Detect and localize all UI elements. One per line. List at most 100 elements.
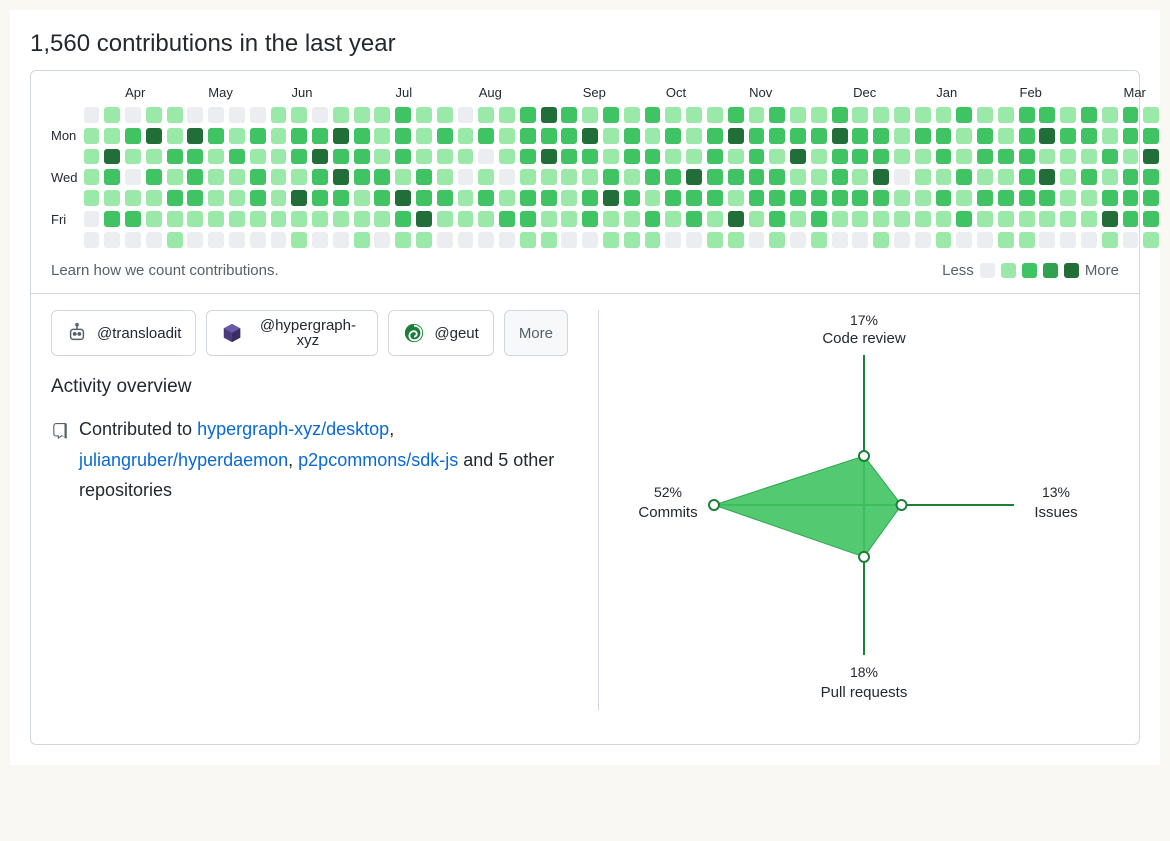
learn-contributions-link[interactable]: Learn how we count contributions. xyxy=(51,262,279,279)
heatmap-cell[interactable] xyxy=(499,211,515,227)
heatmap-cell[interactable] xyxy=(728,211,744,227)
heatmap-cell[interactable] xyxy=(312,190,328,206)
heatmap-cell[interactable] xyxy=(915,128,931,144)
heatmap-cell[interactable] xyxy=(187,107,203,123)
heatmap-cell[interactable] xyxy=(956,169,972,185)
heatmap-cell[interactable] xyxy=(354,232,370,248)
heatmap-cell[interactable] xyxy=(873,232,889,248)
heatmap-cell[interactable] xyxy=(769,232,785,248)
heatmap-cell[interactable] xyxy=(499,190,515,206)
heatmap-cell[interactable] xyxy=(395,128,411,144)
heatmap-cell[interactable] xyxy=(458,149,474,165)
heatmap-cell[interactable] xyxy=(686,149,702,165)
heatmap-cell[interactable] xyxy=(1102,149,1118,165)
heatmap-cell[interactable] xyxy=(977,128,993,144)
heatmap-cell[interactable] xyxy=(1060,149,1076,165)
heatmap-cell[interactable] xyxy=(1143,232,1159,248)
heatmap-cell[interactable] xyxy=(936,232,952,248)
heatmap-cell[interactable] xyxy=(811,169,827,185)
heatmap-cell[interactable] xyxy=(561,190,577,206)
heatmap-cell[interactable] xyxy=(915,232,931,248)
heatmap-cell[interactable] xyxy=(894,211,910,227)
heatmap-cell[interactable] xyxy=(686,232,702,248)
heatmap-cell[interactable] xyxy=(520,190,536,206)
heatmap-cell[interactable] xyxy=(665,232,681,248)
heatmap-cell[interactable] xyxy=(125,211,141,227)
heatmap-cell[interactable] xyxy=(936,190,952,206)
heatmap-cell[interactable] xyxy=(1081,232,1097,248)
heatmap-cell[interactable] xyxy=(146,107,162,123)
heatmap-cell[interactable] xyxy=(790,149,806,165)
heatmap-cell[interactable] xyxy=(790,169,806,185)
heatmap-cell[interactable] xyxy=(936,149,952,165)
org-transloadit[interactable]: @transloadit xyxy=(51,310,196,356)
heatmap-cell[interactable] xyxy=(520,149,536,165)
heatmap-cell[interactable] xyxy=(956,128,972,144)
heatmap-cell[interactable] xyxy=(229,107,245,123)
heatmap-cell[interactable] xyxy=(645,169,661,185)
heatmap-cell[interactable] xyxy=(104,232,120,248)
heatmap-cell[interactable] xyxy=(1102,211,1118,227)
heatmap-cell[interactable] xyxy=(271,169,287,185)
heatmap-cell[interactable] xyxy=(354,107,370,123)
heatmap-cell[interactable] xyxy=(582,232,598,248)
heatmap-cell[interactable] xyxy=(520,211,536,227)
heatmap-cell[interactable] xyxy=(104,149,120,165)
heatmap-cell[interactable] xyxy=(229,149,245,165)
heatmap-cell[interactable] xyxy=(374,211,390,227)
heatmap-cell[interactable] xyxy=(645,232,661,248)
heatmap-cell[interactable] xyxy=(790,232,806,248)
heatmap-cell[interactable] xyxy=(873,128,889,144)
heatmap-cell[interactable] xyxy=(832,128,848,144)
heatmap-cell[interactable] xyxy=(333,169,349,185)
heatmap-cell[interactable] xyxy=(125,169,141,185)
heatmap-cell[interactable] xyxy=(312,169,328,185)
heatmap-cell[interactable] xyxy=(1143,128,1159,144)
heatmap-cell[interactable] xyxy=(271,107,287,123)
heatmap-cell[interactable] xyxy=(1060,107,1076,123)
heatmap-cell[interactable] xyxy=(312,211,328,227)
heatmap-cell[interactable] xyxy=(478,149,494,165)
heatmap-cell[interactable] xyxy=(665,211,681,227)
heatmap-cell[interactable] xyxy=(333,128,349,144)
heatmap-cell[interactable] xyxy=(749,169,765,185)
heatmap-cell[interactable] xyxy=(915,169,931,185)
heatmap-cell[interactable] xyxy=(665,169,681,185)
heatmap-cell[interactable] xyxy=(1039,232,1055,248)
heatmap-cell[interactable] xyxy=(728,190,744,206)
heatmap-cell[interactable] xyxy=(146,232,162,248)
heatmap-cell[interactable] xyxy=(250,128,266,144)
heatmap-cell[interactable] xyxy=(499,232,515,248)
heatmap-cell[interactable] xyxy=(520,232,536,248)
heatmap-cell[interactable] xyxy=(998,149,1014,165)
heatmap-cell[interactable] xyxy=(977,190,993,206)
heatmap-cell[interactable] xyxy=(998,211,1014,227)
heatmap-cell[interactable] xyxy=(458,107,474,123)
heatmap-cell[interactable] xyxy=(437,149,453,165)
heatmap-cell[interactable] xyxy=(1019,169,1035,185)
heatmap-cell[interactable] xyxy=(374,169,390,185)
heatmap-cell[interactable] xyxy=(354,190,370,206)
heatmap-cell[interactable] xyxy=(790,190,806,206)
heatmap-cell[interactable] xyxy=(125,107,141,123)
heatmap-cell[interactable] xyxy=(749,149,765,165)
heatmap-cell[interactable] xyxy=(977,169,993,185)
heatmap-cell[interactable] xyxy=(1039,211,1055,227)
heatmap-cell[interactable] xyxy=(291,149,307,165)
heatmap-cell[interactable] xyxy=(374,190,390,206)
heatmap-cell[interactable] xyxy=(749,128,765,144)
heatmap-cell[interactable] xyxy=(374,149,390,165)
heatmap-cell[interactable] xyxy=(1123,190,1139,206)
heatmap-cell[interactable] xyxy=(832,211,848,227)
heatmap-cell[interactable] xyxy=(624,211,640,227)
heatmap-cell[interactable] xyxy=(146,149,162,165)
heatmap-cell[interactable] xyxy=(624,232,640,248)
heatmap-cell[interactable] xyxy=(1039,190,1055,206)
heatmap-cell[interactable] xyxy=(582,128,598,144)
heatmap-cell[interactable] xyxy=(811,190,827,206)
heatmap-cell[interactable] xyxy=(1060,169,1076,185)
heatmap-cell[interactable] xyxy=(1081,169,1097,185)
heatmap-cell[interactable] xyxy=(395,107,411,123)
heatmap-cell[interactable] xyxy=(728,169,744,185)
heatmap-cell[interactable] xyxy=(437,107,453,123)
